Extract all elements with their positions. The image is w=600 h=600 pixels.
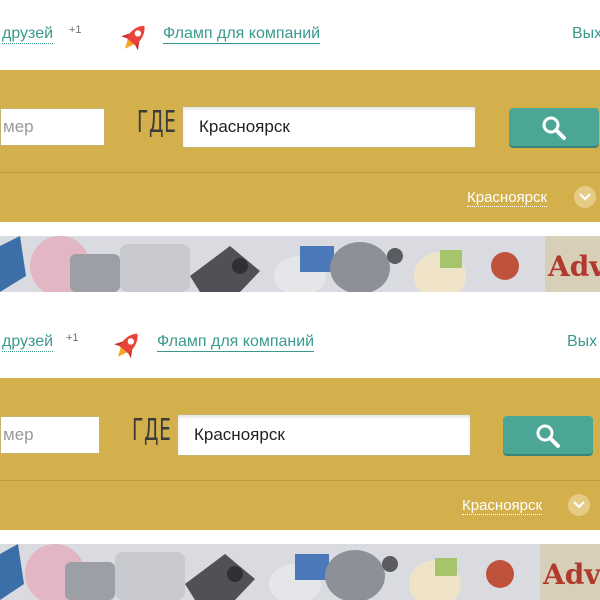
divider [0,480,600,481]
magnifier-icon [536,424,560,448]
search-band: мер ГДЕ Красноярск Красноярск [0,70,600,222]
top-bar: друзей +1 Фламп для компаний Вых [0,0,600,70]
search-button[interactable] [509,108,599,146]
svg-text:Adv: Adv [542,558,600,591]
city-selector-link[interactable]: Красноярск [467,189,548,207]
where-search-input[interactable]: Красноярск [182,106,476,148]
search-button[interactable] [503,416,593,454]
where-label: ГДЕ [132,413,172,448]
logout-link[interactable]: Вых [572,25,600,43]
friends-link[interactable]: друзей [2,333,54,352]
chevron-down-icon[interactable] [574,186,596,208]
what-search-input[interactable]: мер [0,416,100,454]
flamp-header-panel-2: друзей +1 Фламп для компаний Вых мер ГДЕ… [0,308,600,600]
svg-text:Adv: Adv [547,250,600,283]
what-search-input[interactable]: мер [0,108,105,146]
divider [0,172,600,173]
chevron-down-icon[interactable] [568,494,590,516]
where-search-input[interactable]: Красноярск [177,414,471,456]
top-bar: друзей +1 Фламп для компаний Вых [0,308,600,378]
rocket-icon [108,327,146,365]
friends-count-badge: +1 [69,24,82,36]
company-link[interactable]: Фламп для компаний [163,25,321,44]
friends-link[interactable]: друзей [2,25,54,44]
flamp-header-panel-1: друзей +1 Фламп для компаний Вых мер ГДЕ… [0,0,600,300]
illustrated-banner: Adv [0,544,600,600]
company-link[interactable]: Фламп для компаний [157,333,315,352]
magnifier-icon [542,116,566,140]
city-selector-link[interactable]: Красноярск [462,497,543,515]
where-label: ГДЕ [137,105,177,140]
friends-count-badge: +1 [66,332,79,344]
rocket-icon [115,19,153,57]
logout-link[interactable]: Вых [567,333,597,351]
illustrated-banner: Adv [0,236,600,292]
search-band: мер ГДЕ Красноярск Красноярск [0,378,600,530]
